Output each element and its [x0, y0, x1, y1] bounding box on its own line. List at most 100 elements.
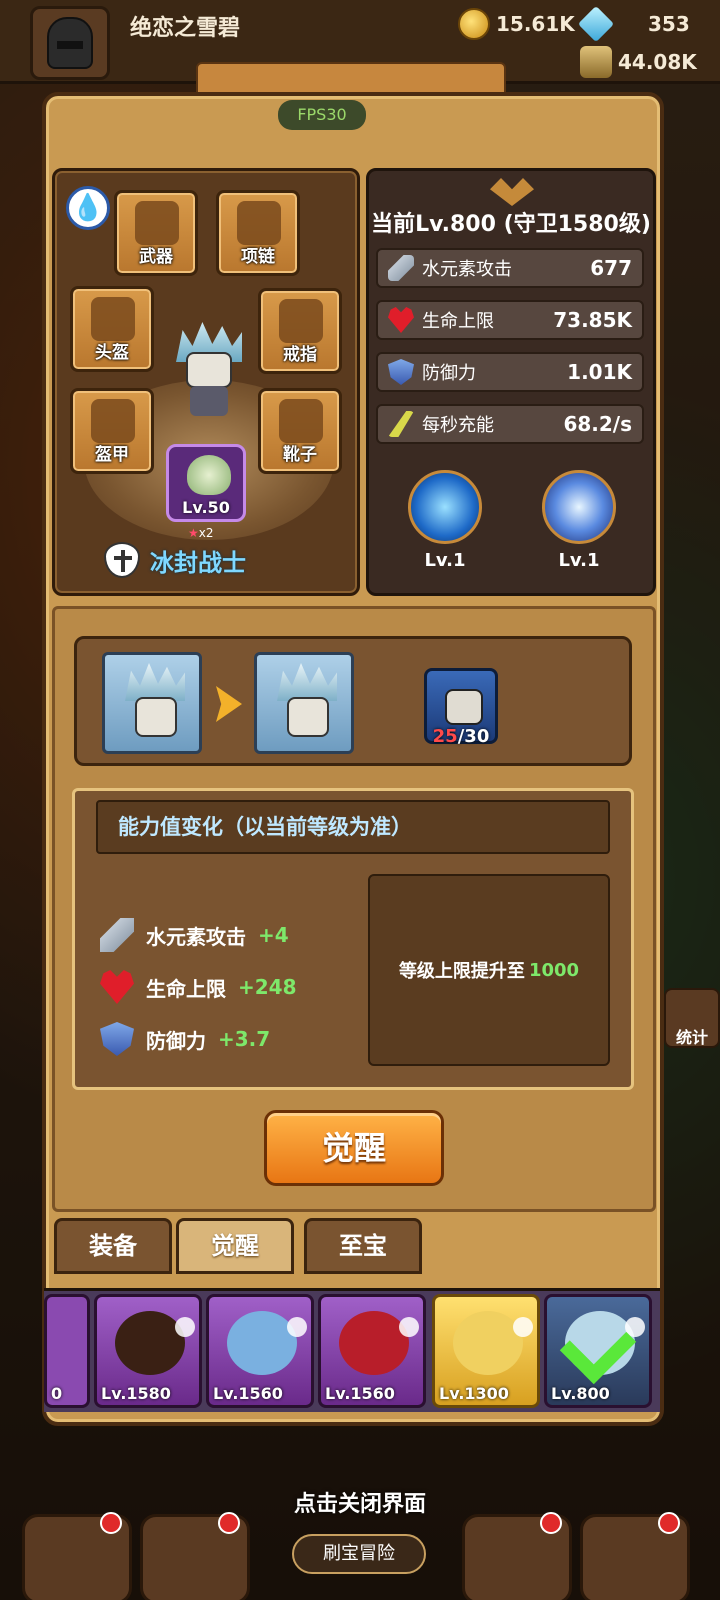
change-name: 水元素攻击	[146, 924, 246, 949]
ice-crown-icon	[277, 663, 337, 701]
ice-crown-icon	[125, 663, 185, 701]
change-row-water-attack: 水元素攻击 +4	[100, 918, 289, 952]
equip-slot-weapon[interactable]: 武器	[114, 190, 198, 276]
shield-skill-icon[interactable]	[408, 470, 482, 544]
hero-level: Lv.1560	[213, 1384, 283, 1403]
skill-level: Lv.1	[558, 550, 600, 571]
defense-shield-icon	[388, 359, 414, 385]
player-avatar[interactable]	[30, 6, 110, 80]
pet-level: Lv.50	[182, 498, 230, 517]
hero-portrait	[227, 1311, 297, 1375]
hero-face	[186, 352, 232, 388]
pet-icon	[187, 455, 231, 495]
knight-helmet-icon	[47, 17, 93, 69]
stat-name: 每秒充能	[422, 415, 494, 436]
hero-face	[445, 689, 483, 725]
roster-hero-card[interactable]: Lv.1560	[206, 1294, 314, 1408]
slot-label: 项链	[241, 247, 275, 267]
stat-row-defense: 防御力 1.01K	[376, 352, 644, 392]
gem-counter: 353	[577, 5, 690, 43]
water-attack-icon	[388, 255, 414, 281]
stat-row-water-attack: 水元素攻击 677	[376, 248, 644, 288]
stat-value: 677	[590, 256, 632, 280]
helmet-icon	[91, 297, 135, 341]
slot-label: 戒指	[283, 345, 317, 365]
pet-star-count: ★x2	[188, 526, 214, 540]
hero-sprite	[172, 322, 246, 418]
tab-awaken[interactable]: 觉醒	[176, 1218, 294, 1274]
hero-card-before	[102, 652, 202, 754]
change-name: 生命上限	[146, 976, 226, 1001]
change-name: 防御力	[146, 1028, 206, 1053]
stat-name: 生命上限	[422, 311, 494, 332]
awaken-button[interactable]: 觉醒	[264, 1110, 444, 1186]
gem-value: 353	[648, 12, 690, 36]
hero-face	[135, 697, 177, 737]
stat-row-charge: 每秒充能 68.2/s	[376, 404, 644, 444]
hero-face	[287, 697, 329, 737]
hero-level: Lv.800	[551, 1384, 610, 1403]
shard-current: 25	[432, 726, 458, 747]
hero-level: Lv.1580	[101, 1384, 171, 1403]
current-level: 当前Lv.800 (守卫1580级)	[371, 212, 651, 237]
water-attack-icon	[100, 918, 134, 952]
sword-icon	[135, 201, 179, 245]
hero-class: 冰封战士	[104, 542, 246, 578]
hero-class-name: 冰封战士	[150, 548, 246, 577]
tab-equipment[interactable]: 装备	[54, 1218, 172, 1274]
gold-counter: 15.61K	[458, 8, 575, 40]
hero-portrait	[115, 1311, 185, 1375]
jar-value: 44.08K	[618, 50, 697, 74]
slot-label: 靴子	[283, 445, 317, 465]
water-element-icon: 💧	[66, 186, 110, 230]
roster-hero-card[interactable]: Lv.1300	[432, 1294, 540, 1408]
shard-count: 25/30	[418, 726, 504, 747]
hero-level: 0	[51, 1384, 63, 1403]
slot-label: 头盔	[95, 343, 129, 363]
guardian-class-icon	[104, 542, 140, 578]
hero-portrait	[339, 1311, 409, 1375]
hero-level: Lv.1560	[325, 1384, 395, 1403]
gem-icon	[577, 5, 615, 43]
change-delta: +4	[258, 923, 289, 947]
roster-hero-card[interactable]: 0	[44, 1294, 90, 1408]
stat-row-hp: 生命上限 73.85K	[376, 300, 644, 340]
side-stats-button[interactable]: 统计	[664, 988, 720, 1048]
notification-dot	[658, 1512, 680, 1534]
roster-hero-card[interactable]: Lv.1580	[94, 1294, 202, 1408]
heart-icon	[100, 970, 134, 1004]
slot-label: 武器	[139, 247, 173, 267]
change-row-defense: 防御力 +3.7	[100, 1022, 270, 1056]
gold-coin-icon	[458, 8, 490, 40]
heart-icon	[388, 307, 414, 333]
armor-icon	[91, 399, 135, 443]
equip-slot-boots[interactable]: 靴子	[258, 388, 342, 474]
explore-button[interactable]: 刷宝冒险	[292, 1534, 426, 1574]
stat-value: 68.2/s	[563, 412, 632, 436]
stat-change-title: 能力值变化（以当前等级为准）	[96, 800, 610, 854]
hero-body	[190, 386, 228, 416]
light-element-icon	[513, 1317, 533, 1337]
equip-slot-armor[interactable]: 盔甲	[70, 388, 154, 474]
level-cap-box: 等级上限提升至 1000	[368, 874, 610, 1066]
level-cap-value: 1000	[528, 959, 580, 981]
boots-icon	[279, 399, 323, 443]
star-icon: ★	[188, 526, 199, 540]
fire-element-icon	[399, 1317, 419, 1337]
player-name: 绝恋之雪碧	[130, 16, 241, 41]
snowflake-skill-icon[interactable]	[542, 470, 616, 544]
equip-slot-necklace[interactable]: 项链	[216, 190, 300, 276]
equip-slot-ring[interactable]: 戒指	[258, 288, 342, 374]
stat-value: 73.85K	[553, 308, 632, 332]
slot-label: 盔甲	[95, 445, 129, 465]
equip-slot-helmet[interactable]: 头盔	[70, 286, 154, 372]
tab-treasure[interactable]: 至宝	[304, 1218, 422, 1274]
notification-dot	[100, 1512, 122, 1534]
pet-slot[interactable]: Lv.50	[166, 444, 246, 522]
water-element-icon	[287, 1317, 307, 1337]
gold-value: 15.61K	[496, 12, 575, 36]
roster-hero-card[interactable]: Lv.1560	[318, 1294, 426, 1408]
stat-name: 水元素攻击	[422, 259, 512, 280]
skill-level: Lv.1	[424, 550, 466, 571]
jar-icon	[580, 46, 612, 78]
